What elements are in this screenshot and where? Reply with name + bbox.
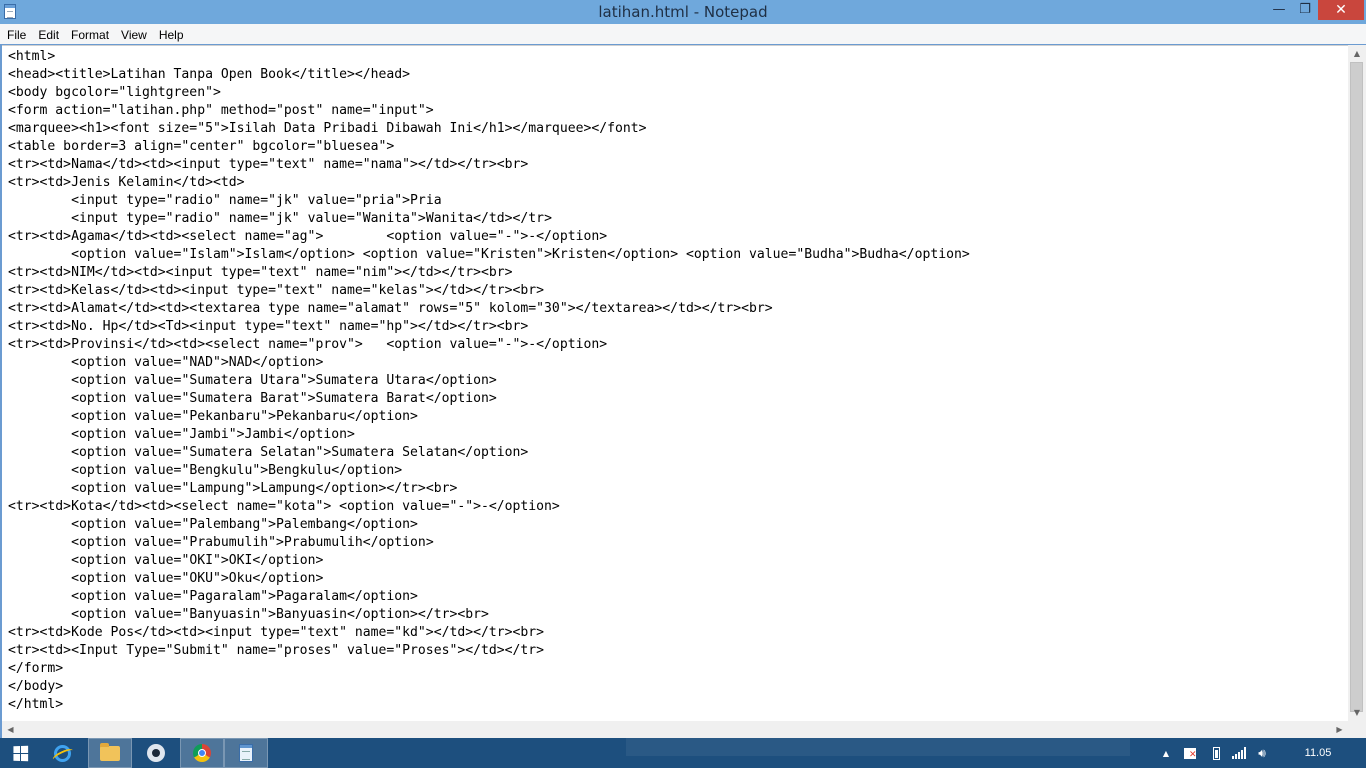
- window-title: latihan.html - Notepad: [598, 3, 768, 21]
- volume-icon[interactable]: 🔊︎: [1252, 738, 1272, 768]
- steam-icon: [147, 744, 165, 762]
- menu-help[interactable]: Help: [153, 26, 190, 46]
- text-editor-area[interactable]: <html> <head><title>Latihan Tanpa Open B…: [2, 45, 1348, 722]
- taskbar-clock[interactable]: 11.05: [1290, 738, 1346, 768]
- scroll-left-icon[interactable]: ◀: [2, 721, 19, 738]
- windows-logo-icon: [12, 745, 28, 761]
- taskbar-empty-area: [626, 738, 1130, 756]
- menu-bar: File Edit Format View Help: [0, 24, 1366, 44]
- horizontal-scrollbar[interactable]: ◀ ▶: [2, 721, 1348, 738]
- taskbar-notepad[interactable]: [224, 738, 268, 768]
- folder-icon: [100, 742, 120, 761]
- show-hidden-icons-icon[interactable]: ▲: [1158, 738, 1174, 768]
- menu-format[interactable]: Format: [65, 26, 115, 46]
- maximize-button[interactable]: ❐: [1292, 0, 1318, 20]
- scroll-right-icon[interactable]: ▶: [1331, 721, 1348, 738]
- taskbar: ▲ 🔊︎ 11.05: [0, 738, 1366, 768]
- start-button[interactable]: [0, 738, 40, 768]
- chrome-icon: [193, 744, 211, 762]
- flag-icon: [1184, 747, 1197, 760]
- minimize-button[interactable]: —: [1266, 0, 1292, 20]
- taskbar-chrome[interactable]: [180, 738, 224, 768]
- internet-explorer-icon: [53, 744, 71, 762]
- close-button[interactable]: ✕: [1318, 0, 1364, 20]
- action-center-icon[interactable]: [1180, 738, 1200, 768]
- battery-icon[interactable]: [1206, 738, 1226, 768]
- menu-edit[interactable]: Edit: [32, 26, 65, 46]
- editor-text[interactable]: <html> <head><title>Latihan Tanpa Open B…: [2, 46, 1348, 714]
- vertical-scrollbar[interactable]: ▲ ▼: [1348, 45, 1366, 721]
- taskbar-internet-explorer[interactable]: [40, 738, 84, 768]
- title-bar[interactable]: latihan.html - Notepad — ❐ ✕: [0, 0, 1366, 24]
- scrollbar-corner: [1348, 721, 1366, 738]
- notepad-icon: [239, 744, 253, 762]
- menu-view[interactable]: View: [115, 26, 153, 46]
- menu-file[interactable]: File: [0, 26, 32, 46]
- scroll-up-icon[interactable]: ▲: [1348, 45, 1366, 62]
- taskbar-steam[interactable]: [134, 738, 178, 768]
- network-signal-icon[interactable]: [1228, 738, 1250, 768]
- scroll-down-icon[interactable]: ▼: [1348, 704, 1366, 721]
- taskbar-file-explorer[interactable]: [88, 738, 132, 768]
- vertical-scroll-thumb[interactable]: [1350, 62, 1363, 712]
